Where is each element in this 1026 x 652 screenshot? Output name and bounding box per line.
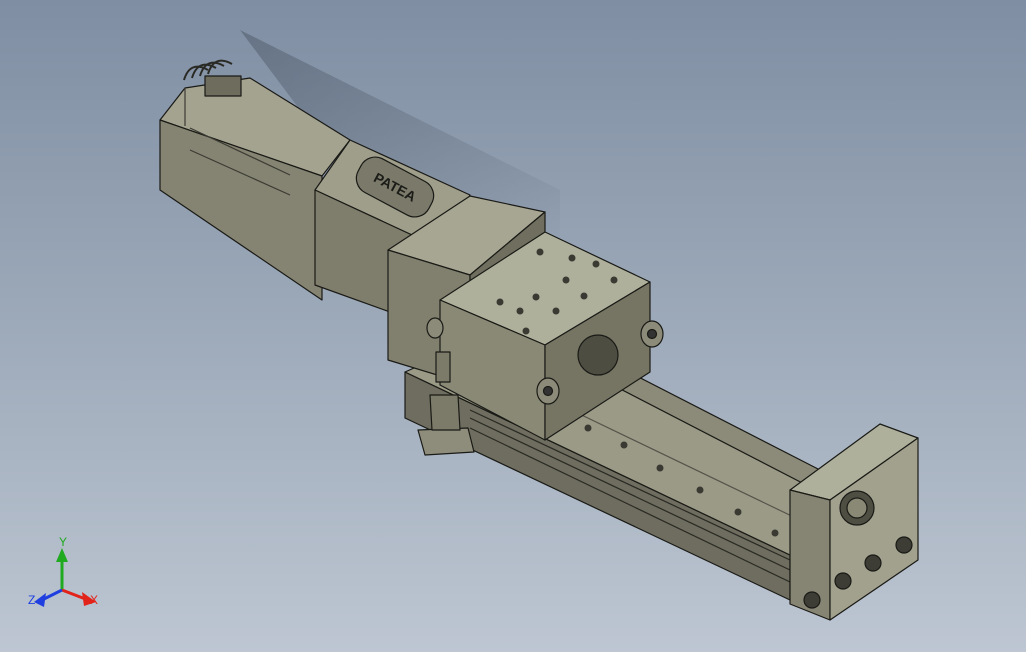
y-axis-label: Y — [59, 536, 67, 549]
z-axis-arrow — [34, 593, 46, 607]
graphics-viewport[interactable]: PATEA Y X Z — [0, 0, 1026, 652]
cad-model-view[interactable]: PATEA — [0, 0, 1026, 652]
y-axis-arrow — [56, 548, 68, 562]
z-axis-label: Z — [28, 593, 35, 607]
reference-triad[interactable]: Y X Z — [22, 535, 112, 616]
end-block[interactable] — [789, 423, 919, 621]
x-axis-label: X — [90, 593, 98, 607]
